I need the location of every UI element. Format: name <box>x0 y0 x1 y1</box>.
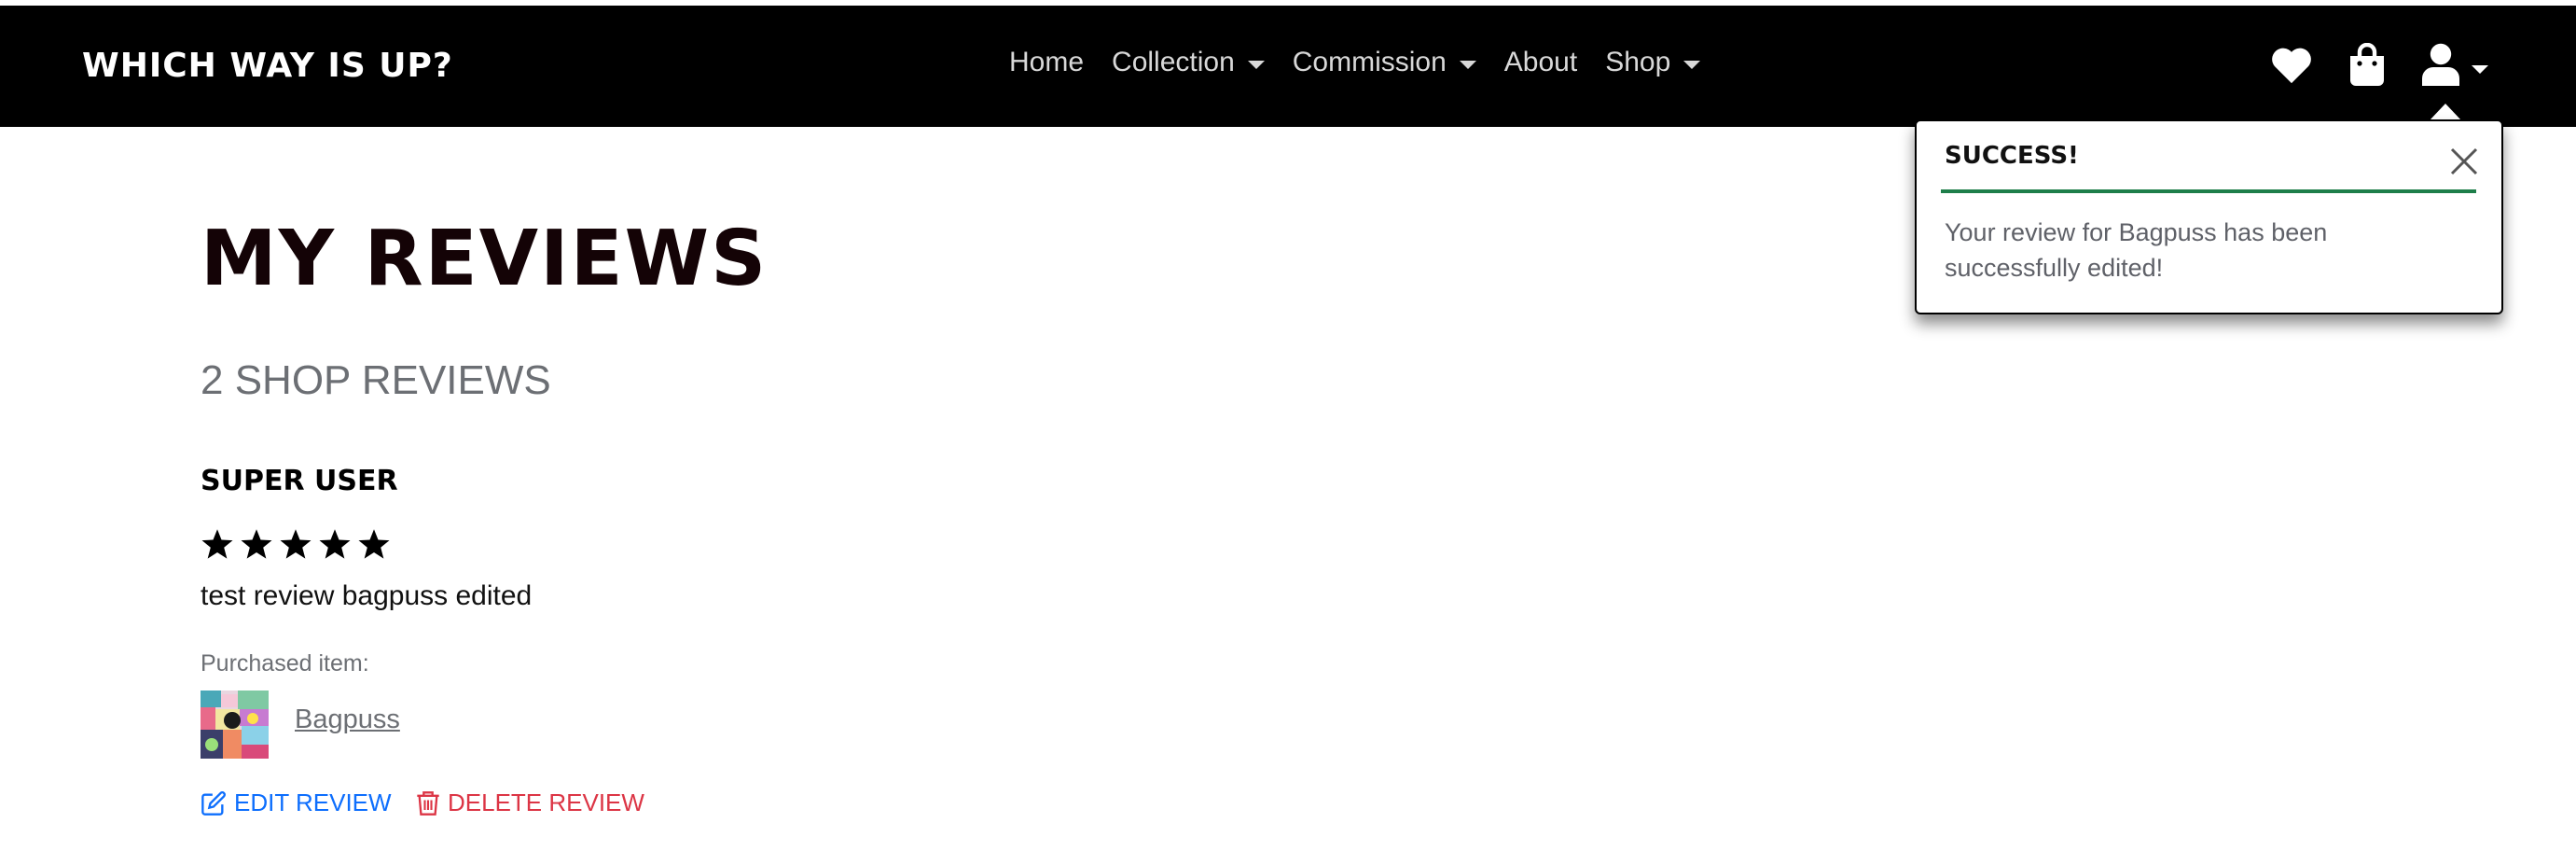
chevron-down-icon <box>1683 60 1701 69</box>
purchased-item-link[interactable]: Bagpuss <box>295 705 400 735</box>
item-thumbnail-image <box>201 691 269 759</box>
star-icon <box>319 529 351 559</box>
close-icon[interactable] <box>2448 146 2480 177</box>
nav-shop-dropdown[interactable]: Shop <box>1605 47 1701 78</box>
nav-links: Home Collection Commission About Shop <box>1009 47 1728 78</box>
chevron-down-icon <box>1459 60 1476 69</box>
heart-icon[interactable] <box>2270 45 2313 86</box>
star-icon <box>358 529 390 559</box>
nav-commission-dropdown[interactable]: Commission <box>1293 47 1476 78</box>
user-menu-chevron-down-icon[interactable] <box>2472 65 2488 74</box>
star-rating <box>201 527 391 561</box>
toast-message: Your review for Bagpuss has been success… <box>1945 218 2328 282</box>
brand-logo[interactable]: Which Way Is Up? <box>82 47 453 85</box>
star-icon <box>241 529 272 559</box>
toast-pointer <box>2430 104 2461 120</box>
star-icon <box>201 529 233 559</box>
success-toast: Success! Your review for Bagpuss has bee… <box>1915 119 2503 314</box>
edit-review-button[interactable]: Edit Review <box>201 788 392 817</box>
review-text: test review bagpuss edited <box>201 580 533 611</box>
delete-review-label: Delete Review <box>448 788 644 816</box>
nav-about[interactable]: About <box>1504 47 1577 78</box>
page-title: My Reviews <box>201 215 769 303</box>
navbar: Which Way Is Up? Home Collection Commiss… <box>0 6 2576 127</box>
edit-icon <box>201 790 226 816</box>
trash-icon <box>417 790 439 816</box>
nav-collection-dropdown[interactable]: Collection <box>1112 47 1265 78</box>
nav-shop-label: Shop <box>1605 47 1671 77</box>
chevron-down-icon <box>1247 60 1265 69</box>
toast-title: Success! <box>1945 142 2079 170</box>
delete-review-button[interactable]: Delete Review <box>416 788 644 817</box>
nav-collection-label: Collection <box>1112 47 1235 77</box>
item-thumbnail[interactable] <box>201 691 269 759</box>
nav-about-label: About <box>1503 47 1578 77</box>
review-count: 2 Shop Reviews <box>201 357 551 403</box>
user-icon[interactable] <box>2422 43 2459 86</box>
purchased-item-label: Purchased item: <box>201 650 369 677</box>
star-icon <box>280 529 312 559</box>
shopping-bag-icon[interactable] <box>2348 43 2386 86</box>
edit-review-label: Edit Review <box>234 788 392 816</box>
toast-divider <box>1941 189 2476 193</box>
nav-commission-label: Commission <box>1292 47 1447 77</box>
nav-home[interactable]: Home <box>1009 47 1084 78</box>
reviewer-name: Super User <box>201 465 398 497</box>
nav-home-label: Home <box>1009 47 1085 77</box>
